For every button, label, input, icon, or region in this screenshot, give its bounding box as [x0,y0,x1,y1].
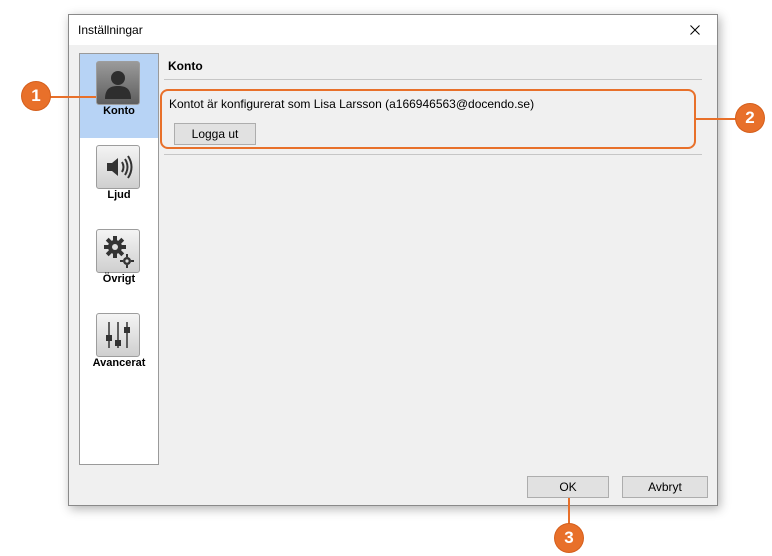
divider [164,154,702,155]
sidebar-item-label: Övrigt [102,273,136,285]
settings-sidebar: Konto Ljud Övrigt Avancerat [79,53,159,465]
speaker-icon [96,145,140,189]
sidebar-item-ovrigt[interactable]: Övrigt [80,222,158,306]
sidebar-item-label: Ljud [107,189,131,201]
sidebar-item-ljud[interactable]: Ljud [80,138,158,222]
sidebar-item-label: Konto [103,105,135,117]
divider [164,79,702,80]
callout-line-2 [694,118,740,120]
section-title: Konto [168,59,203,73]
user-icon [96,61,140,105]
callout-highlight-box [160,89,696,149]
sidebar-item-avancerat[interactable]: Avancerat [80,306,158,390]
gears-icon [96,229,140,273]
ok-button[interactable]: OK [527,476,609,498]
title-bar: Inställningar [69,15,717,45]
settings-dialog: Inställningar Konto Ljud Övrigt Avancera… [68,14,718,506]
callout-badge-2: 2 [736,104,764,132]
close-icon [690,25,700,35]
window-title: Inställningar [78,23,143,37]
callout-badge-1: 1 [22,82,50,110]
sliders-icon [96,313,140,357]
cancel-button[interactable]: Avbryt [622,476,708,498]
callout-badge-3: 3 [555,524,583,552]
close-button[interactable] [673,15,717,45]
sidebar-item-label: Avancerat [92,357,146,369]
